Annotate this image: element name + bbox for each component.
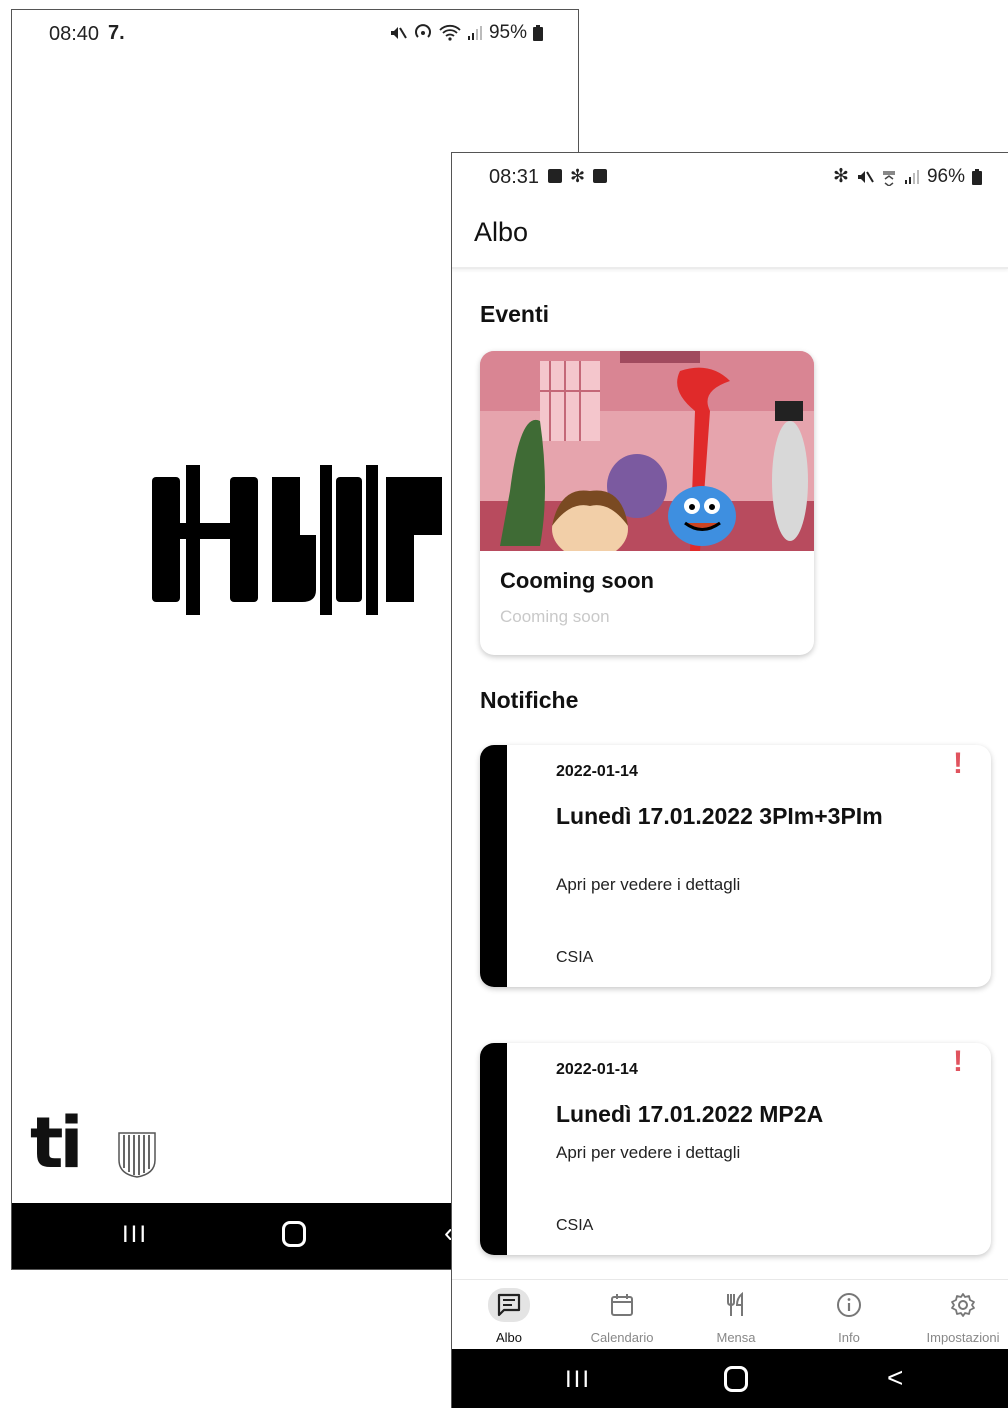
notification-date: 2022-01-14 bbox=[556, 763, 638, 780]
gear-icon bbox=[942, 1288, 984, 1322]
notification-stripe bbox=[480, 1043, 507, 1255]
school-logo bbox=[152, 465, 442, 615]
notifications-section-title: Notifiche bbox=[480, 687, 579, 713]
events-section-title: Eventi bbox=[480, 301, 550, 327]
mute-icon bbox=[390, 27, 407, 39]
nav-label: Impostazioni bbox=[926, 1330, 1000, 1345]
notification-stripe bbox=[480, 745, 507, 987]
nav-label: Albo bbox=[495, 1330, 523, 1345]
mute-icon bbox=[857, 170, 874, 183]
message-square-icon bbox=[488, 1288, 530, 1322]
wifi-icon bbox=[439, 24, 461, 41]
status-time: 08:31 bbox=[489, 166, 540, 188]
nav-label: Calendario bbox=[590, 1330, 654, 1345]
event-title: Cooming soon bbox=[500, 568, 654, 593]
utensils-icon bbox=[715, 1288, 757, 1322]
status-icons: 95% bbox=[389, 22, 543, 44]
back-button[interactable]: < bbox=[887, 1362, 903, 1394]
camera-icon bbox=[593, 169, 608, 183]
battery-icon bbox=[533, 25, 543, 41]
bluetooth-icon: ✻ bbox=[833, 166, 849, 187]
status-bar: 08:40 7. 95% bbox=[12, 10, 578, 56]
recents-button[interactable]: III bbox=[122, 1221, 148, 1249]
albo-screen: 08:31 ✻ ✻ 96% Albo Eventi Cooming soon C… bbox=[451, 152, 1008, 1408]
alert-icon: ! bbox=[953, 1045, 963, 1078]
nav-tab-impostazioni[interactable]: Impostazioni bbox=[906, 1280, 1008, 1350]
alert-icon: ! bbox=[953, 747, 963, 780]
recents-button[interactable]: III bbox=[565, 1366, 591, 1394]
event-subtitle: Cooming soon bbox=[500, 607, 610, 626]
info-icon bbox=[828, 1288, 870, 1322]
nav-tab-albo[interactable]: Albo bbox=[452, 1280, 566, 1350]
notification-date: 2022-01-14 bbox=[556, 1061, 638, 1078]
notification-card[interactable]: 2022-01-14 Lunedì 17.01.2022 MP2A Apri p… bbox=[480, 1043, 991, 1255]
signal-icon bbox=[467, 26, 482, 40]
app-bar: Albo bbox=[452, 201, 1008, 269]
4g-icon bbox=[882, 170, 895, 186]
status-time: 08:40 bbox=[49, 23, 100, 45]
status-icons: ✻ 96% bbox=[833, 165, 982, 188]
ticino-logo-text: ti bbox=[30, 1102, 84, 1184]
home-button[interactable] bbox=[282, 1221, 306, 1247]
page-title: Albo bbox=[474, 217, 529, 247]
event-cartoon-image bbox=[480, 351, 814, 551]
battery-icon bbox=[972, 168, 982, 185]
notification-author: CSIA bbox=[556, 949, 594, 966]
ticino-shield-icon bbox=[118, 1132, 156, 1178]
system-nav-bar: III < bbox=[452, 1349, 1008, 1408]
notification-body: Apri per vedere i dettagli bbox=[556, 875, 741, 894]
notification-title: Lunedì 17.01.2022 3PIm+3PIm bbox=[556, 803, 883, 829]
notification-card[interactable]: 2022-01-14 Lunedì 17.01.2022 3PIm+3PIm A… bbox=[480, 745, 991, 987]
nav-label: Mensa bbox=[716, 1330, 756, 1345]
battery-percent: 96% bbox=[926, 165, 965, 187]
notification-author: CSIA bbox=[556, 1217, 594, 1234]
signal-icon bbox=[904, 169, 919, 184]
battery-percent: 95% bbox=[488, 22, 527, 43]
notification-title: Lunedì 17.01.2022 MP2A bbox=[556, 1101, 824, 1127]
home-button[interactable] bbox=[724, 1366, 748, 1392]
nav-label: Info bbox=[838, 1330, 860, 1345]
status-notification-icons: ✻ bbox=[548, 166, 608, 187]
gallery-icon bbox=[548, 169, 562, 183]
nav-tab-calendario[interactable]: Calendario bbox=[565, 1280, 679, 1350]
fan-icon: ✻ bbox=[570, 166, 586, 186]
event-card[interactable]: Cooming soon Cooming soon bbox=[480, 351, 814, 655]
bottom-navigation: Albo Calendario Mensa Info Impostazioni bbox=[452, 1279, 1008, 1349]
calendar-icon bbox=[601, 1288, 643, 1322]
nav-tab-info[interactable]: Info bbox=[792, 1280, 906, 1350]
nav-tab-mensa[interactable]: Mensa bbox=[679, 1280, 793, 1350]
notification-body: Apri per vedere i dettagli bbox=[556, 1143, 741, 1162]
status-bar: 08:31 ✻ ✻ 96% bbox=[452, 153, 1008, 201]
notification-app-icon: 7. bbox=[108, 22, 125, 44]
hotspot-icon bbox=[415, 24, 431, 38]
